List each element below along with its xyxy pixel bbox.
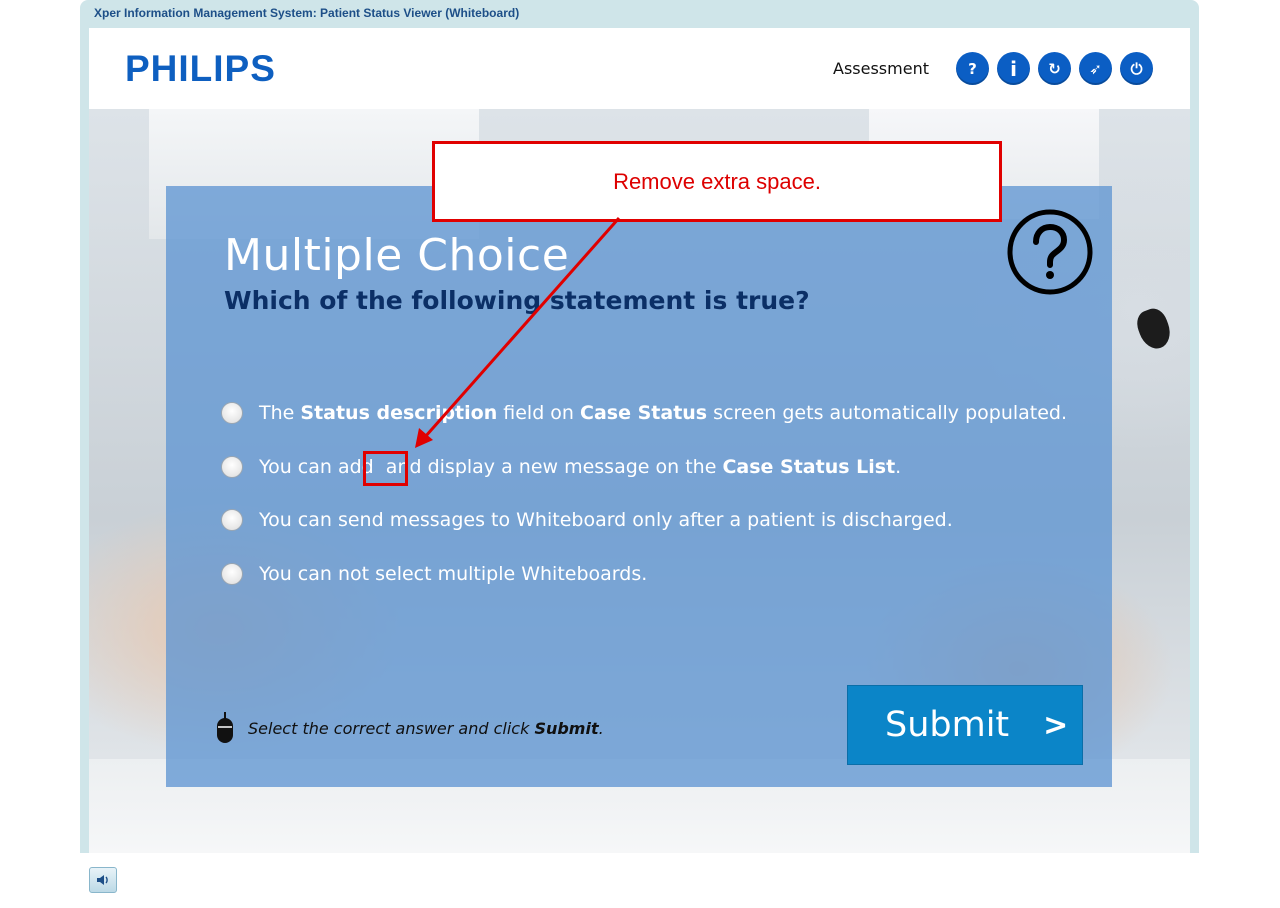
- question-panel: Multiple Choice Which of the following s…: [166, 186, 1112, 787]
- window-title: Xper Information Management System: Pati…: [94, 6, 520, 20]
- answer-option-4[interactable]: You can not select multiple Whiteboards.: [221, 563, 647, 585]
- option-text-segment: screen gets automatically populated.: [707, 402, 1068, 424]
- option-text-segment: The: [259, 402, 301, 424]
- replay-button[interactable]: ↻: [1038, 52, 1071, 85]
- option-text-segment: You can send messages to Whiteboard only…: [259, 509, 953, 531]
- philips-logo: PHILIPS: [125, 48, 276, 89]
- instruction-prefix: Select the correct answer and click: [248, 718, 535, 738]
- photo-detail: [1133, 305, 1175, 353]
- chevron-right-icon: >: [1043, 707, 1069, 743]
- answer-option-2[interactable]: You can add and display a new message on…: [221, 456, 901, 478]
- answer-option-3[interactable]: You can send messages to Whiteboard only…: [221, 509, 953, 531]
- instruction-suffix: .: [598, 718, 604, 738]
- review-callout: Remove extra space.: [432, 141, 1002, 222]
- power-icon: ⏻: [1130, 59, 1143, 78]
- header-bar: PHILIPS Assessment ? i ↻ ➶ ⏻: [89, 28, 1190, 109]
- speaker-icon: [97, 875, 108, 885]
- radio-button[interactable]: [221, 402, 243, 424]
- audio-button[interactable]: [89, 867, 117, 893]
- option-label: You can send messages to Whiteboard only…: [259, 509, 953, 531]
- option-emphasis: Case Status: [580, 402, 708, 424]
- option-text-segment: You can add and display a new message on…: [259, 456, 723, 478]
- replay-icon: ↻: [1048, 59, 1061, 78]
- navigate-button[interactable]: ➶: [1079, 52, 1112, 85]
- radio-button[interactable]: [221, 509, 243, 531]
- question-title: Multiple Choice: [224, 230, 570, 281]
- help-button[interactable]: ?: [956, 52, 989, 85]
- instruction-text: Select the correct answer and click Subm…: [216, 712, 604, 744]
- option-label: You can not select multiple Whiteboards.: [259, 563, 647, 585]
- radio-button[interactable]: [221, 456, 243, 478]
- answer-option-1[interactable]: The Status description field on Case Sta…: [221, 402, 1067, 424]
- option-text-segment: field on: [497, 402, 581, 424]
- footer-bar: [80, 853, 1199, 906]
- callout-text: Remove extra space.: [613, 168, 821, 194]
- radio-button[interactable]: [221, 563, 243, 585]
- info-button[interactable]: i: [997, 52, 1030, 85]
- option-text-segment: .: [895, 456, 902, 478]
- info-icon: i: [1010, 56, 1017, 81]
- section-label: Assessment: [833, 59, 929, 78]
- option-emphasis: Case Status List: [722, 456, 896, 478]
- help-circle-icon: [1007, 209, 1093, 295]
- mouse-icon: [217, 712, 233, 743]
- highlight-box: [363, 451, 408, 486]
- compass-icon: ➶: [1089, 59, 1102, 78]
- option-emphasis: Status description: [300, 402, 498, 424]
- option-text-segment: You can not select multiple Whiteboards.: [259, 563, 648, 585]
- question-prompt: Which of the following statement is true…: [224, 286, 810, 315]
- option-label: You can add and display a new message on…: [259, 456, 901, 478]
- exit-button[interactable]: ⏻: [1120, 52, 1153, 85]
- option-label: The Status description field on Case Sta…: [259, 402, 1067, 424]
- instruction-bold: Submit: [534, 718, 599, 738]
- question-mark-icon: ?: [968, 59, 977, 78]
- submit-label: Submit: [885, 705, 1010, 745]
- submit-button[interactable]: Submit >: [847, 685, 1083, 765]
